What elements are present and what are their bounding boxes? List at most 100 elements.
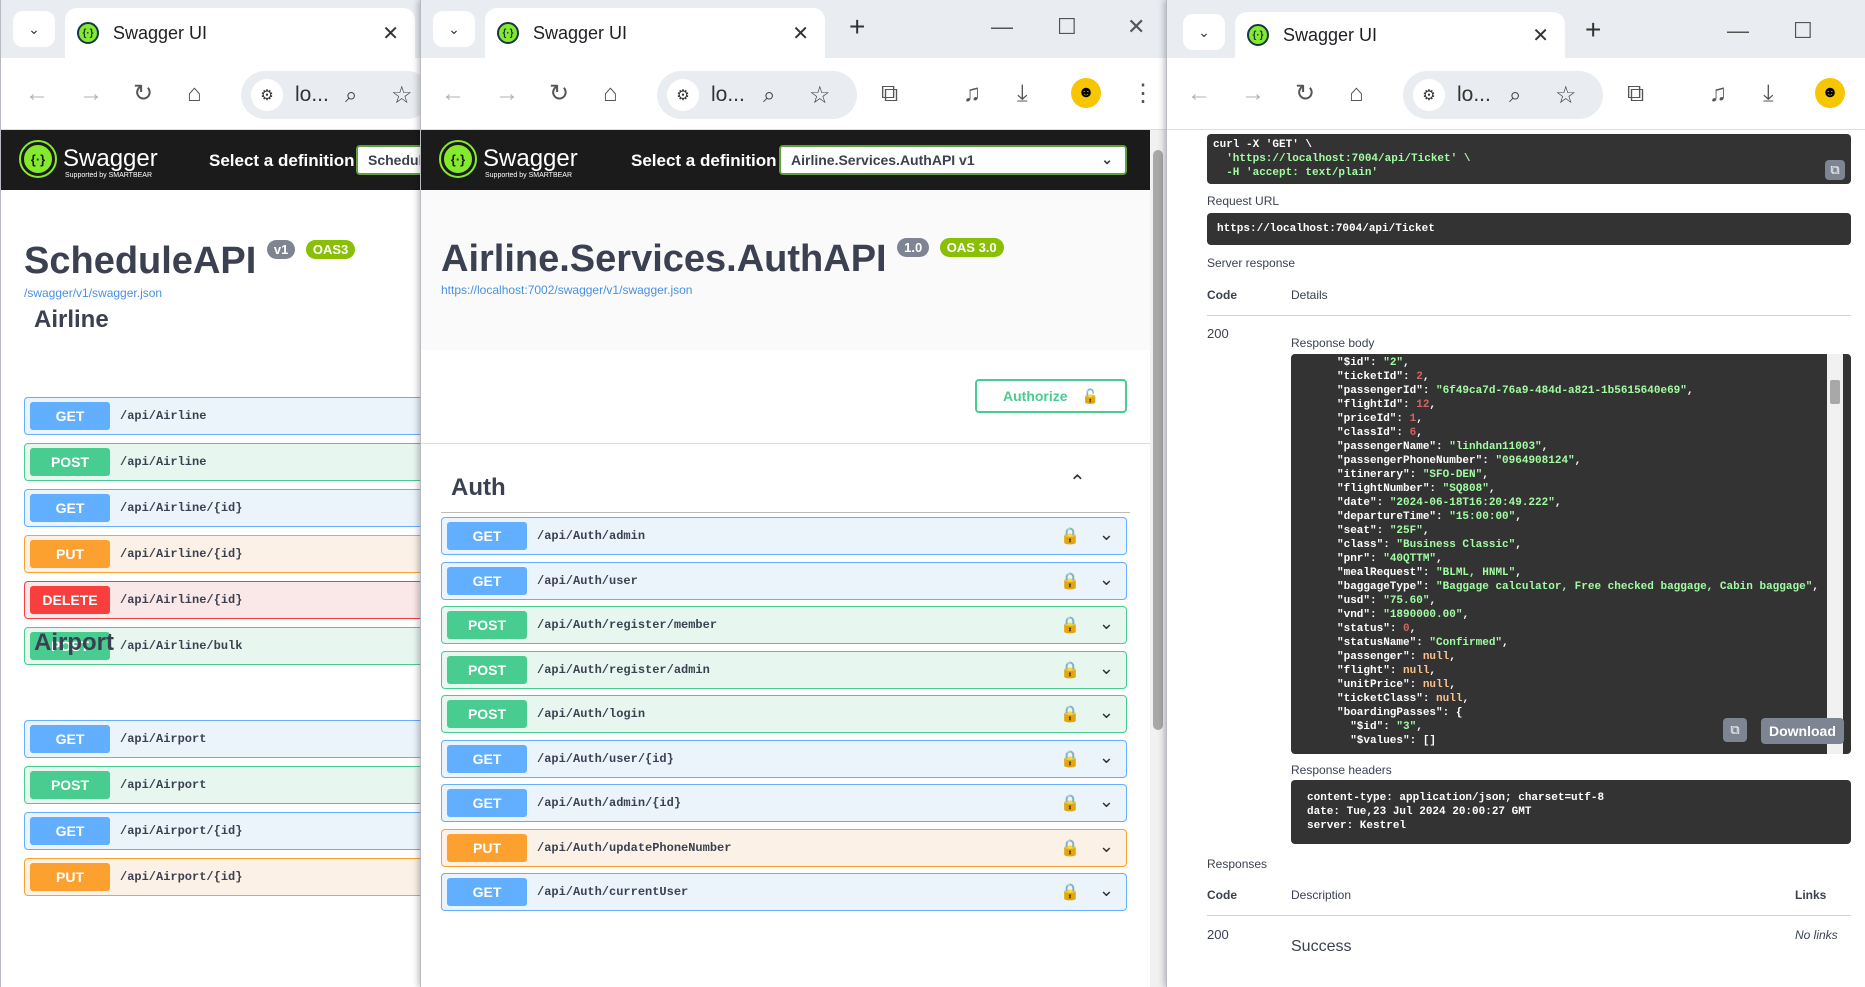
- tag-heading-auth[interactable]: Auth: [451, 474, 506, 502]
- download-button[interactable]: Download: [1761, 718, 1844, 744]
- operation-row[interactable]: PUT/api/Airport/{id}: [24, 858, 422, 896]
- chevron-down-icon[interactable]: ⌄: [1099, 747, 1114, 768]
- profile-avatar[interactable]: ☻: [1815, 78, 1845, 108]
- swagger-logo[interactable]: {·} Swagger: [19, 140, 158, 178]
- back-icon[interactable]: ←: [25, 80, 49, 108]
- extensions-icon[interactable]: ⧉: [1627, 80, 1644, 108]
- address-bar[interactable]: ⚙ lo... ⌕ ☆: [241, 71, 422, 119]
- operation-row[interactable]: POST/api/Auth/register/admin 🔒 ⌄: [441, 650, 1127, 689]
- chevron-down-icon[interactable]: ⌄: [1099, 791, 1114, 812]
- download-icon[interactable]: ⤓: [1017, 80, 1028, 108]
- site-info-icon[interactable]: ⚙: [667, 79, 699, 111]
- browser-tab[interactable]: {·} Swagger UI ✕: [65, 8, 415, 58]
- back-icon[interactable]: ←: [1187, 80, 1211, 108]
- tag-heading-airport[interactable]: Airport: [34, 629, 114, 657]
- lock-icon[interactable]: 🔒: [1060, 660, 1080, 680]
- lock-icon[interactable]: 🔒: [1060, 793, 1080, 813]
- lock-icon[interactable]: 🔒: [1060, 526, 1080, 546]
- authorize-button[interactable]: Authorize 🔓: [975, 379, 1127, 413]
- tab-search-button[interactable]: ⌄: [13, 11, 55, 47]
- copy-icon[interactable]: ⧉: [1825, 160, 1845, 180]
- tag-heading-airline[interactable]: Airline: [34, 306, 109, 334]
- lock-icon[interactable]: 🔒: [1060, 749, 1080, 769]
- definition-select[interactable]: Schedul: [356, 145, 422, 175]
- lock-icon[interactable]: 🔒: [1060, 571, 1080, 591]
- chevron-down-icon[interactable]: ⌄: [1099, 702, 1114, 723]
- media-icon[interactable]: ♫: [963, 80, 981, 108]
- close-icon[interactable]: ✕: [1532, 23, 1549, 48]
- download-icon[interactable]: ⤓: [1763, 80, 1774, 108]
- chevron-down-icon[interactable]: ⌄: [1099, 880, 1114, 901]
- address-bar[interactable]: ⚙ lo... ⌕ ☆: [1403, 71, 1603, 119]
- browser-tab[interactable]: {·} Swagger UI ✕: [485, 8, 825, 58]
- operation-row[interactable]: GET/api/Auth/currentUser 🔒 ⌄: [441, 873, 1127, 911]
- site-info-icon[interactable]: ⚙: [1413, 79, 1445, 111]
- forward-icon[interactable]: →: [79, 80, 103, 108]
- operation-row[interactable]: GET/api/Auth/admin/{id} 🔒 ⌄: [441, 784, 1127, 822]
- maximize-icon[interactable]: ☐: [1793, 18, 1813, 44]
- zoom-icon[interactable]: ⌕: [763, 82, 775, 108]
- close-icon[interactable]: ✕: [792, 21, 809, 46]
- new-tab-icon[interactable]: +: [1585, 16, 1601, 44]
- reload-icon[interactable]: ↻: [133, 80, 153, 108]
- profile-avatar[interactable]: ☻: [1071, 78, 1101, 108]
- spec-link[interactable]: https://localhost:7002/swagger/v1/swagge…: [441, 283, 692, 297]
- scroll-thumb[interactable]: [1153, 150, 1163, 730]
- address-bar[interactable]: ⚙ lo... ⌕ ☆: [657, 71, 857, 119]
- operation-row[interactable]: GET/api/Airport: [24, 720, 422, 758]
- tab-search-button[interactable]: ⌄: [1183, 14, 1225, 50]
- chevron-down-icon[interactable]: ⌄: [1099, 613, 1114, 634]
- response-scrollbar[interactable]: [1827, 354, 1843, 754]
- lock-icon[interactable]: 🔒: [1060, 882, 1080, 902]
- lock-icon[interactable]: 🔒: [1060, 615, 1080, 635]
- maximize-icon[interactable]: ☐: [1057, 14, 1077, 40]
- operation-row[interactable]: GET/api/Airport/{id}: [24, 812, 422, 850]
- tab-search-button[interactable]: ⌄: [433, 11, 475, 47]
- bookmark-star-icon[interactable]: ☆: [1555, 81, 1577, 110]
- operation-row[interactable]: POST/api/Auth/register/member 🔒 ⌄: [441, 606, 1127, 644]
- chevron-down-icon[interactable]: ⌄: [1099, 524, 1114, 545]
- operation-row[interactable]: GET/api/Auth/user 🔒 ⌄: [441, 561, 1127, 600]
- copy-icon[interactable]: ⧉: [1723, 718, 1747, 742]
- operation-row[interactable]: GET/api/Auth/user/{id} 🔒 ⌄: [441, 739, 1127, 778]
- lock-icon[interactable]: 🔒: [1060, 838, 1080, 858]
- browser-tab[interactable]: {·} Swagger UI ✕: [1235, 12, 1565, 58]
- operation-row[interactable]: POST/api/Airport: [24, 766, 422, 804]
- forward-icon[interactable]: →: [1241, 80, 1265, 108]
- chevron-down-icon[interactable]: ⌄: [1099, 836, 1114, 857]
- lock-icon[interactable]: 🔒: [1060, 704, 1080, 724]
- media-icon[interactable]: ♫: [1709, 80, 1727, 108]
- reload-icon[interactable]: ↻: [1295, 80, 1315, 108]
- operation-row[interactable]: PUT/api/Auth/updatePhoneNumber 🔒 ⌄: [441, 828, 1127, 867]
- home-icon[interactable]: ⌂: [603, 80, 618, 108]
- site-info-icon[interactable]: ⚙: [251, 79, 283, 111]
- menu-kebab-icon[interactable]: ⋮: [1131, 80, 1155, 108]
- home-icon[interactable]: ⌂: [1349, 80, 1364, 108]
- operation-row[interactable]: GET/api/Auth/admin 🔒 ⌄: [441, 517, 1127, 555]
- spec-link[interactable]: /swagger/v1/swagger.json: [24, 286, 162, 300]
- reload-icon[interactable]: ↻: [549, 80, 569, 108]
- extensions-icon[interactable]: ⧉: [881, 80, 898, 108]
- window-close-icon[interactable]: ✕: [1127, 14, 1145, 40]
- back-icon[interactable]: ←: [441, 80, 465, 108]
- scrollbar[interactable]: [1150, 130, 1166, 987]
- new-tab-icon[interactable]: +: [849, 13, 865, 41]
- bookmark-star-icon[interactable]: ☆: [391, 81, 413, 110]
- minimize-icon[interactable]: —: [1727, 18, 1749, 44]
- operation-row[interactable]: POST/api/Auth/login 🔒 ⌄: [441, 695, 1127, 733]
- scroll-thumb[interactable]: [1830, 380, 1840, 404]
- forward-icon[interactable]: →: [495, 80, 519, 108]
- minimize-icon[interactable]: —: [991, 14, 1013, 40]
- operation-row[interactable]: GET/api/Airline: [24, 397, 422, 435]
- zoom-icon[interactable]: ⌕: [345, 82, 357, 108]
- definition-select[interactable]: Airline.Services.AuthAPI v1 ⌄: [779, 145, 1127, 175]
- zoom-icon[interactable]: ⌕: [1509, 82, 1521, 108]
- chevron-up-icon[interactable]: ⌃: [1069, 470, 1086, 495]
- home-icon[interactable]: ⌂: [187, 80, 202, 108]
- chevron-down-icon[interactable]: ⌄: [1099, 569, 1114, 590]
- operation-row[interactable]: GET/api/Airline/{id}: [24, 489, 422, 527]
- operation-row[interactable]: POST/api/Airline: [24, 443, 422, 481]
- operation-row[interactable]: DELETE/api/Airline/{id}: [24, 581, 422, 619]
- swagger-logo[interactable]: {·} Swagger: [439, 140, 578, 178]
- operation-row[interactable]: PUT/api/Airline/{id}: [24, 535, 422, 573]
